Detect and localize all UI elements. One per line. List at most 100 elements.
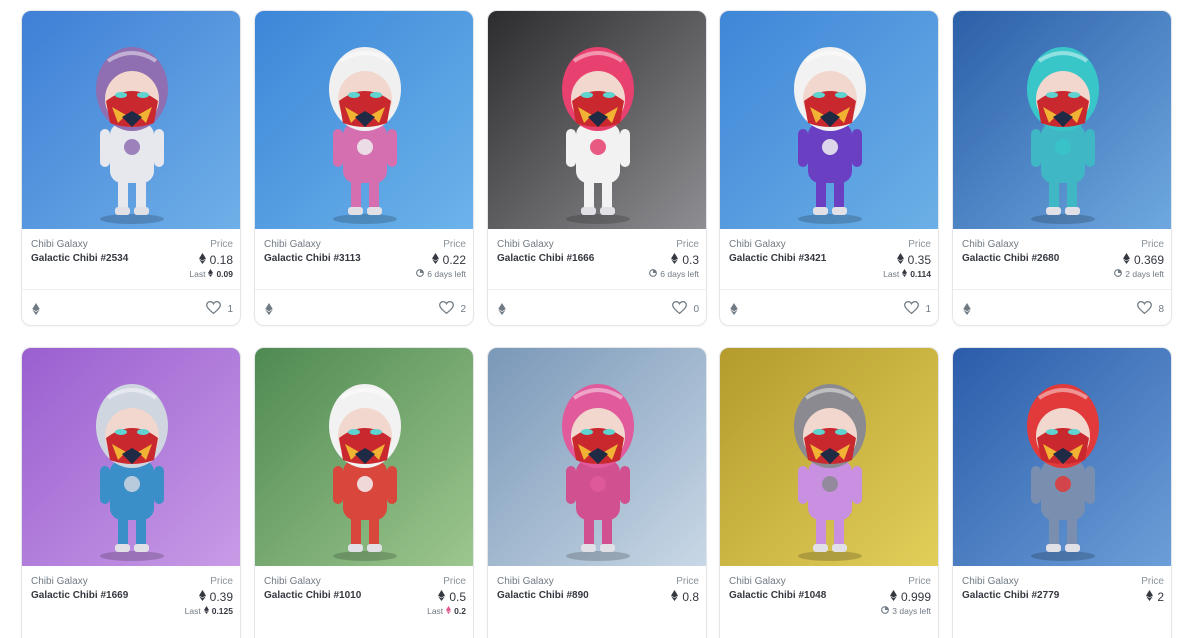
- collection-name[interactable]: Chibi Galaxy: [31, 239, 88, 250]
- heart-icon[interactable]: [904, 300, 920, 317]
- price-value: 2: [1157, 590, 1164, 604]
- price: 0.35: [896, 253, 931, 267]
- item-name[interactable]: Galactic Chibi #1669: [31, 590, 128, 601]
- clock-icon: [881, 606, 890, 616]
- favorite-button[interactable]: 8: [1137, 300, 1164, 317]
- favorite-button[interactable]: 1: [206, 300, 233, 317]
- ethereum-icon: [198, 590, 206, 604]
- favorite-count: 1: [925, 303, 931, 315]
- auction-time: 3 days left: [881, 606, 931, 616]
- card-info: Chibi Galaxy Galactic Chibi #2779 Price 2: [953, 566, 1171, 626]
- price-label: Price: [1141, 576, 1164, 587]
- collection-name[interactable]: Chibi Galaxy: [31, 576, 88, 587]
- item-name[interactable]: Galactic Chibi #2779: [962, 590, 1059, 601]
- nft-card[interactable]: Chibi Galaxy Galactic Chibi #2779 Price 2: [952, 347, 1172, 638]
- auction-time: 6 days left: [649, 269, 699, 279]
- ethereum-icon: [1146, 590, 1154, 604]
- collection-name[interactable]: Chibi Galaxy: [962, 239, 1019, 250]
- item-name[interactable]: Galactic Chibi #3113: [264, 253, 361, 264]
- time-left: 6 days left: [427, 269, 466, 279]
- item-name[interactable]: Galactic Chibi #890: [497, 590, 589, 601]
- price: 0.5: [438, 590, 466, 604]
- nft-card[interactable]: Chibi Galaxy Galactic Chibi #1666 Price 0.3…: [487, 10, 707, 326]
- last-label: Last: [189, 269, 206, 279]
- last-sale: Last 0.2: [427, 606, 466, 616]
- nft-card[interactable]: Chibi Galaxy Galactic Chibi #1669 Price 0.3…: [21, 347, 241, 638]
- favorite-button[interactable]: 0: [672, 300, 699, 317]
- item-name[interactable]: Galactic Chibi #1010: [264, 590, 361, 601]
- nft-card[interactable]: Chibi Galaxy Galactic Chibi #1010 Price 0.5…: [254, 347, 474, 638]
- card-footer: 1: [22, 289, 240, 325]
- collection-name[interactable]: Chibi Galaxy: [264, 576, 321, 587]
- heart-icon[interactable]: [206, 300, 222, 317]
- card-footer: 0: [488, 289, 706, 325]
- last-sale: Last 0.09: [189, 269, 233, 279]
- collection-name[interactable]: Chibi Galaxy: [497, 576, 554, 587]
- heart-icon[interactable]: [672, 300, 688, 317]
- price-value: 0.5: [449, 590, 466, 604]
- nft-image[interactable]: [255, 348, 473, 566]
- price-value: 0.999: [900, 590, 931, 604]
- price: 0.8: [671, 590, 699, 604]
- ethereum-icon: [902, 269, 908, 279]
- favorite-count: 0: [693, 303, 699, 315]
- nft-image[interactable]: [488, 348, 706, 566]
- ethereum-icon: [896, 253, 904, 267]
- collection-name[interactable]: Chibi Galaxy: [264, 239, 321, 250]
- favorite-button[interactable]: 1: [904, 300, 931, 317]
- card-footer: 2: [255, 289, 473, 325]
- item-name[interactable]: Galactic Chibi #2680: [962, 253, 1059, 264]
- card-footer: 1: [720, 289, 938, 325]
- price: 0.18: [198, 253, 233, 267]
- ethereum-icon: [671, 253, 679, 267]
- nft-image[interactable]: [953, 11, 1171, 229]
- nft-card[interactable]: Chibi Galaxy Galactic Chibi #2680 Price 0.3…: [952, 10, 1172, 326]
- card-footer: 8: [953, 289, 1171, 325]
- ethereum-chain-icon: [730, 302, 738, 320]
- item-name[interactable]: Galactic Chibi #1048: [729, 590, 826, 601]
- nft-card[interactable]: Chibi Galaxy Galactic Chibi #890 Price 0.8: [487, 347, 707, 638]
- nft-card[interactable]: Chibi Galaxy Galactic Chibi #1048 Price 0.9…: [719, 347, 939, 638]
- nft-image[interactable]: [953, 348, 1171, 566]
- nft-card[interactable]: Chibi Galaxy Galactic Chibi #2534 Price 0.1…: [21, 10, 241, 326]
- collection-name[interactable]: Chibi Galaxy: [962, 576, 1019, 587]
- nft-image[interactable]: [255, 11, 473, 229]
- price-label: Price: [676, 239, 699, 250]
- price-label: Price: [210, 239, 233, 250]
- item-name[interactable]: Galactic Chibi #3421: [729, 253, 826, 264]
- nft-image[interactable]: [720, 348, 938, 566]
- favorite-button[interactable]: 2: [439, 300, 466, 317]
- price-label: Price: [443, 576, 466, 587]
- nft-image[interactable]: [22, 348, 240, 566]
- ethereum-icon: [438, 590, 446, 604]
- auction-time: 2 days left: [1114, 269, 1164, 279]
- card-info: Chibi Galaxy Galactic Chibi #1010 Price 0.5…: [255, 566, 473, 626]
- nft-image[interactable]: [22, 11, 240, 229]
- price-label: Price: [443, 239, 466, 250]
- ethereum-chain-icon: [32, 302, 40, 320]
- item-name[interactable]: Galactic Chibi #1666: [497, 253, 594, 264]
- ethereum-icon: [198, 253, 206, 267]
- heart-icon[interactable]: [1137, 300, 1153, 317]
- nft-image[interactable]: [720, 11, 938, 229]
- nft-card[interactable]: Chibi Galaxy Galactic Chibi #3113 Price 0.2…: [254, 10, 474, 326]
- favorite-count: 1: [227, 303, 233, 315]
- price-value: 0.3: [682, 253, 699, 267]
- ethereum-icon: [203, 606, 209, 616]
- price-label: Price: [1141, 239, 1164, 250]
- favorite-count: 2: [460, 303, 466, 315]
- last-label: Last: [184, 606, 201, 616]
- heart-icon[interactable]: [439, 300, 455, 317]
- nft-image[interactable]: [488, 11, 706, 229]
- time-left: 6 days left: [660, 269, 699, 279]
- ethereum-chain-icon: [498, 302, 506, 320]
- ethereum-icon: [431, 253, 439, 267]
- collection-name[interactable]: Chibi Galaxy: [729, 576, 786, 587]
- item-name[interactable]: Galactic Chibi #2534: [31, 253, 128, 264]
- collection-name[interactable]: Chibi Galaxy: [729, 239, 786, 250]
- card-info: Chibi Galaxy Galactic Chibi #3113 Price 0.2…: [255, 229, 473, 289]
- nft-card[interactable]: Chibi Galaxy Galactic Chibi #3421 Price 0.3…: [719, 10, 939, 326]
- price: 0.3: [671, 253, 699, 267]
- collection-name[interactable]: Chibi Galaxy: [497, 239, 554, 250]
- price-value: 0.18: [209, 253, 233, 267]
